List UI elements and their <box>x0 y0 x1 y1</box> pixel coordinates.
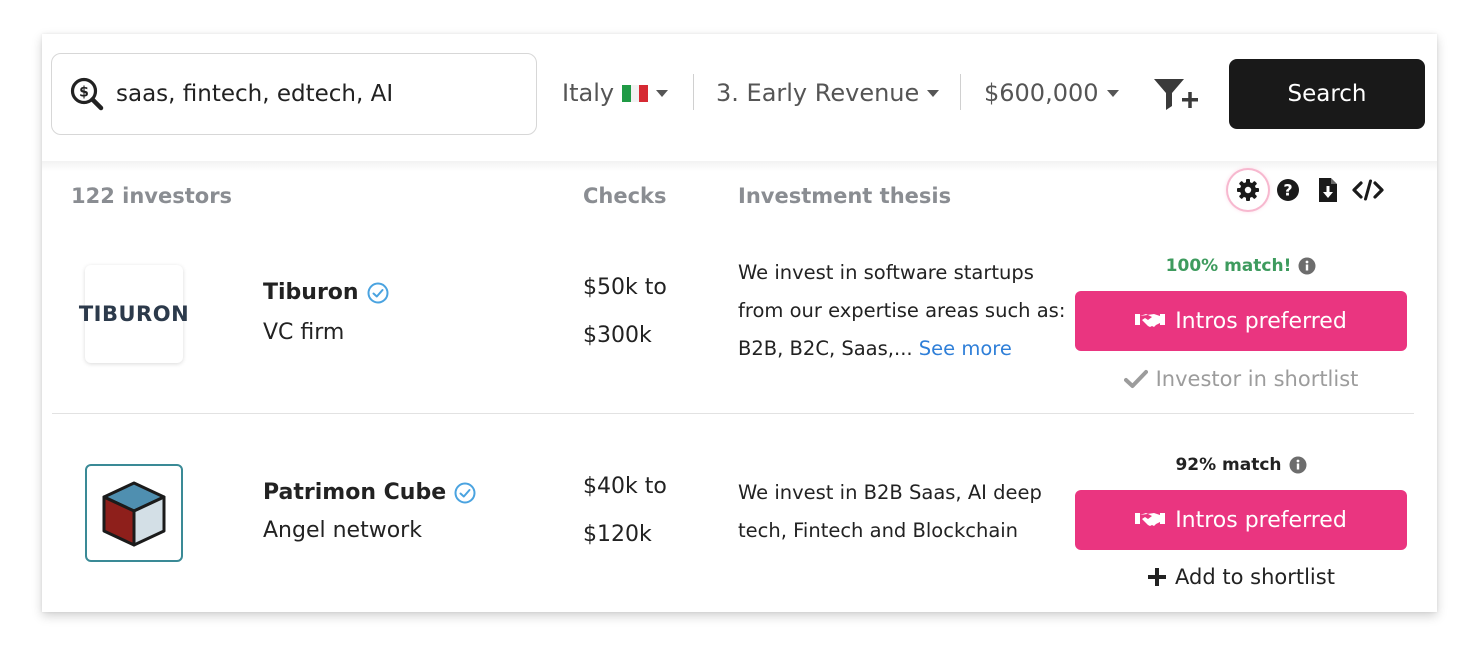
column-header-thesis: Investment thesis <box>738 184 952 208</box>
column-header-checks: Checks <box>583 184 667 208</box>
plus-icon <box>1148 568 1167 586</box>
investor-name-text: Tiburon <box>263 280 359 305</box>
info-icon[interactable] <box>1298 257 1316 275</box>
table-tools: ? <box>1228 170 1388 210</box>
intros-preferred-label: Intros preferred <box>1175 308 1347 334</box>
help-button[interactable]: ? <box>1268 170 1308 210</box>
stage-filter-label: 3. Early Revenue <box>716 79 920 107</box>
intros-preferred-label: Intros preferred <box>1175 507 1347 533</box>
filter-divider <box>693 74 694 110</box>
gear-icon <box>1237 179 1259 201</box>
info-icon[interactable] <box>1289 456 1307 474</box>
investor-type: VC firm <box>263 320 345 345</box>
svg-text:?: ? <box>1283 181 1292 200</box>
thesis-text: We invest in B2B Saas, AI deep tech, Fin… <box>738 481 1042 542</box>
amount-filter[interactable]: $600,000 <box>984 74 1119 112</box>
add-to-shortlist-button[interactable]: Add to shortlist <box>1075 565 1407 589</box>
check-size-from: $40k to <box>583 474 667 499</box>
verified-icon <box>367 282 389 304</box>
handshake-icon <box>1135 314 1166 327</box>
chevron-down-icon <box>656 89 669 97</box>
check-size: $40k to $120k <box>583 463 667 559</box>
match-score: 92% match <box>1075 455 1407 475</box>
match-score: 100% match! <box>1075 256 1407 276</box>
investment-thesis: We invest in software startups from our … <box>738 254 1068 368</box>
country-filter-label: Italy <box>562 79 615 107</box>
code-icon <box>1352 179 1384 201</box>
settings-button[interactable] <box>1228 170 1268 210</box>
cube-logo-icon <box>102 481 166 547</box>
row-divider <box>52 413 1414 414</box>
check-size-to: $120k <box>583 522 652 547</box>
add-filter-button[interactable] <box>1152 76 1202 114</box>
investor-count: 122 investors <box>71 184 233 208</box>
intros-preferred-button[interactable]: Intros preferred <box>1075 291 1407 351</box>
thesis-text: We invest in software startups from our … <box>738 261 1066 360</box>
shortlist-status: Investor in shortlist <box>1075 367 1407 391</box>
dollar-search-icon: $ <box>70 77 104 111</box>
check-size-from: $50k to <box>583 275 667 300</box>
country-filter[interactable]: Italy <box>562 74 669 112</box>
svg-text:$: $ <box>79 85 89 101</box>
see-more-link[interactable]: See more <box>919 337 1012 360</box>
handshake-icon <box>1135 513 1166 526</box>
investor-type: Angel network <box>263 518 422 543</box>
embed-button[interactable] <box>1348 170 1388 210</box>
question-icon: ? <box>1277 179 1299 201</box>
investor-name[interactable]: Tiburon <box>263 280 389 305</box>
match-score-text: 92% match <box>1175 455 1282 475</box>
export-button[interactable] <box>1308 170 1348 210</box>
search-button[interactable]: Search <box>1229 59 1425 129</box>
search-input[interactable] <box>116 81 516 107</box>
check-size: $50k to $300k <box>583 264 667 360</box>
add-to-shortlist-label: Add to shortlist <box>1175 565 1335 589</box>
italy-flag-icon <box>622 84 649 102</box>
investor-logo[interactable]: TIBURON <box>79 265 189 363</box>
intros-preferred-button[interactable]: Intros preferred <box>1075 490 1407 550</box>
search-card: $ Italy 3. Early Revenue $600,000 Search… <box>42 34 1437 612</box>
match-score-text: 100% match! <box>1165 256 1292 276</box>
investment-thesis: We invest in B2B Saas, AI deep tech, Fin… <box>738 474 1068 550</box>
stage-filter[interactable]: 3. Early Revenue <box>716 74 940 112</box>
chevron-down-icon <box>927 89 940 97</box>
shortlist-status-label: Investor in shortlist <box>1155 367 1359 391</box>
investor-name-text: Patrimon Cube <box>263 480 447 505</box>
check-size-to: $300k <box>583 323 652 348</box>
investor-logo[interactable] <box>85 464 183 562</box>
investor-name[interactable]: Patrimon Cube <box>263 480 476 505</box>
download-icon <box>1319 178 1337 202</box>
filter-plus-icon <box>1154 79 1198 110</box>
verified-icon <box>454 482 476 504</box>
chevron-down-icon <box>1106 89 1119 97</box>
search-box[interactable]: $ <box>51 53 537 135</box>
filter-divider <box>960 74 961 110</box>
amount-filter-label: $600,000 <box>984 79 1099 107</box>
check-icon <box>1123 370 1148 388</box>
